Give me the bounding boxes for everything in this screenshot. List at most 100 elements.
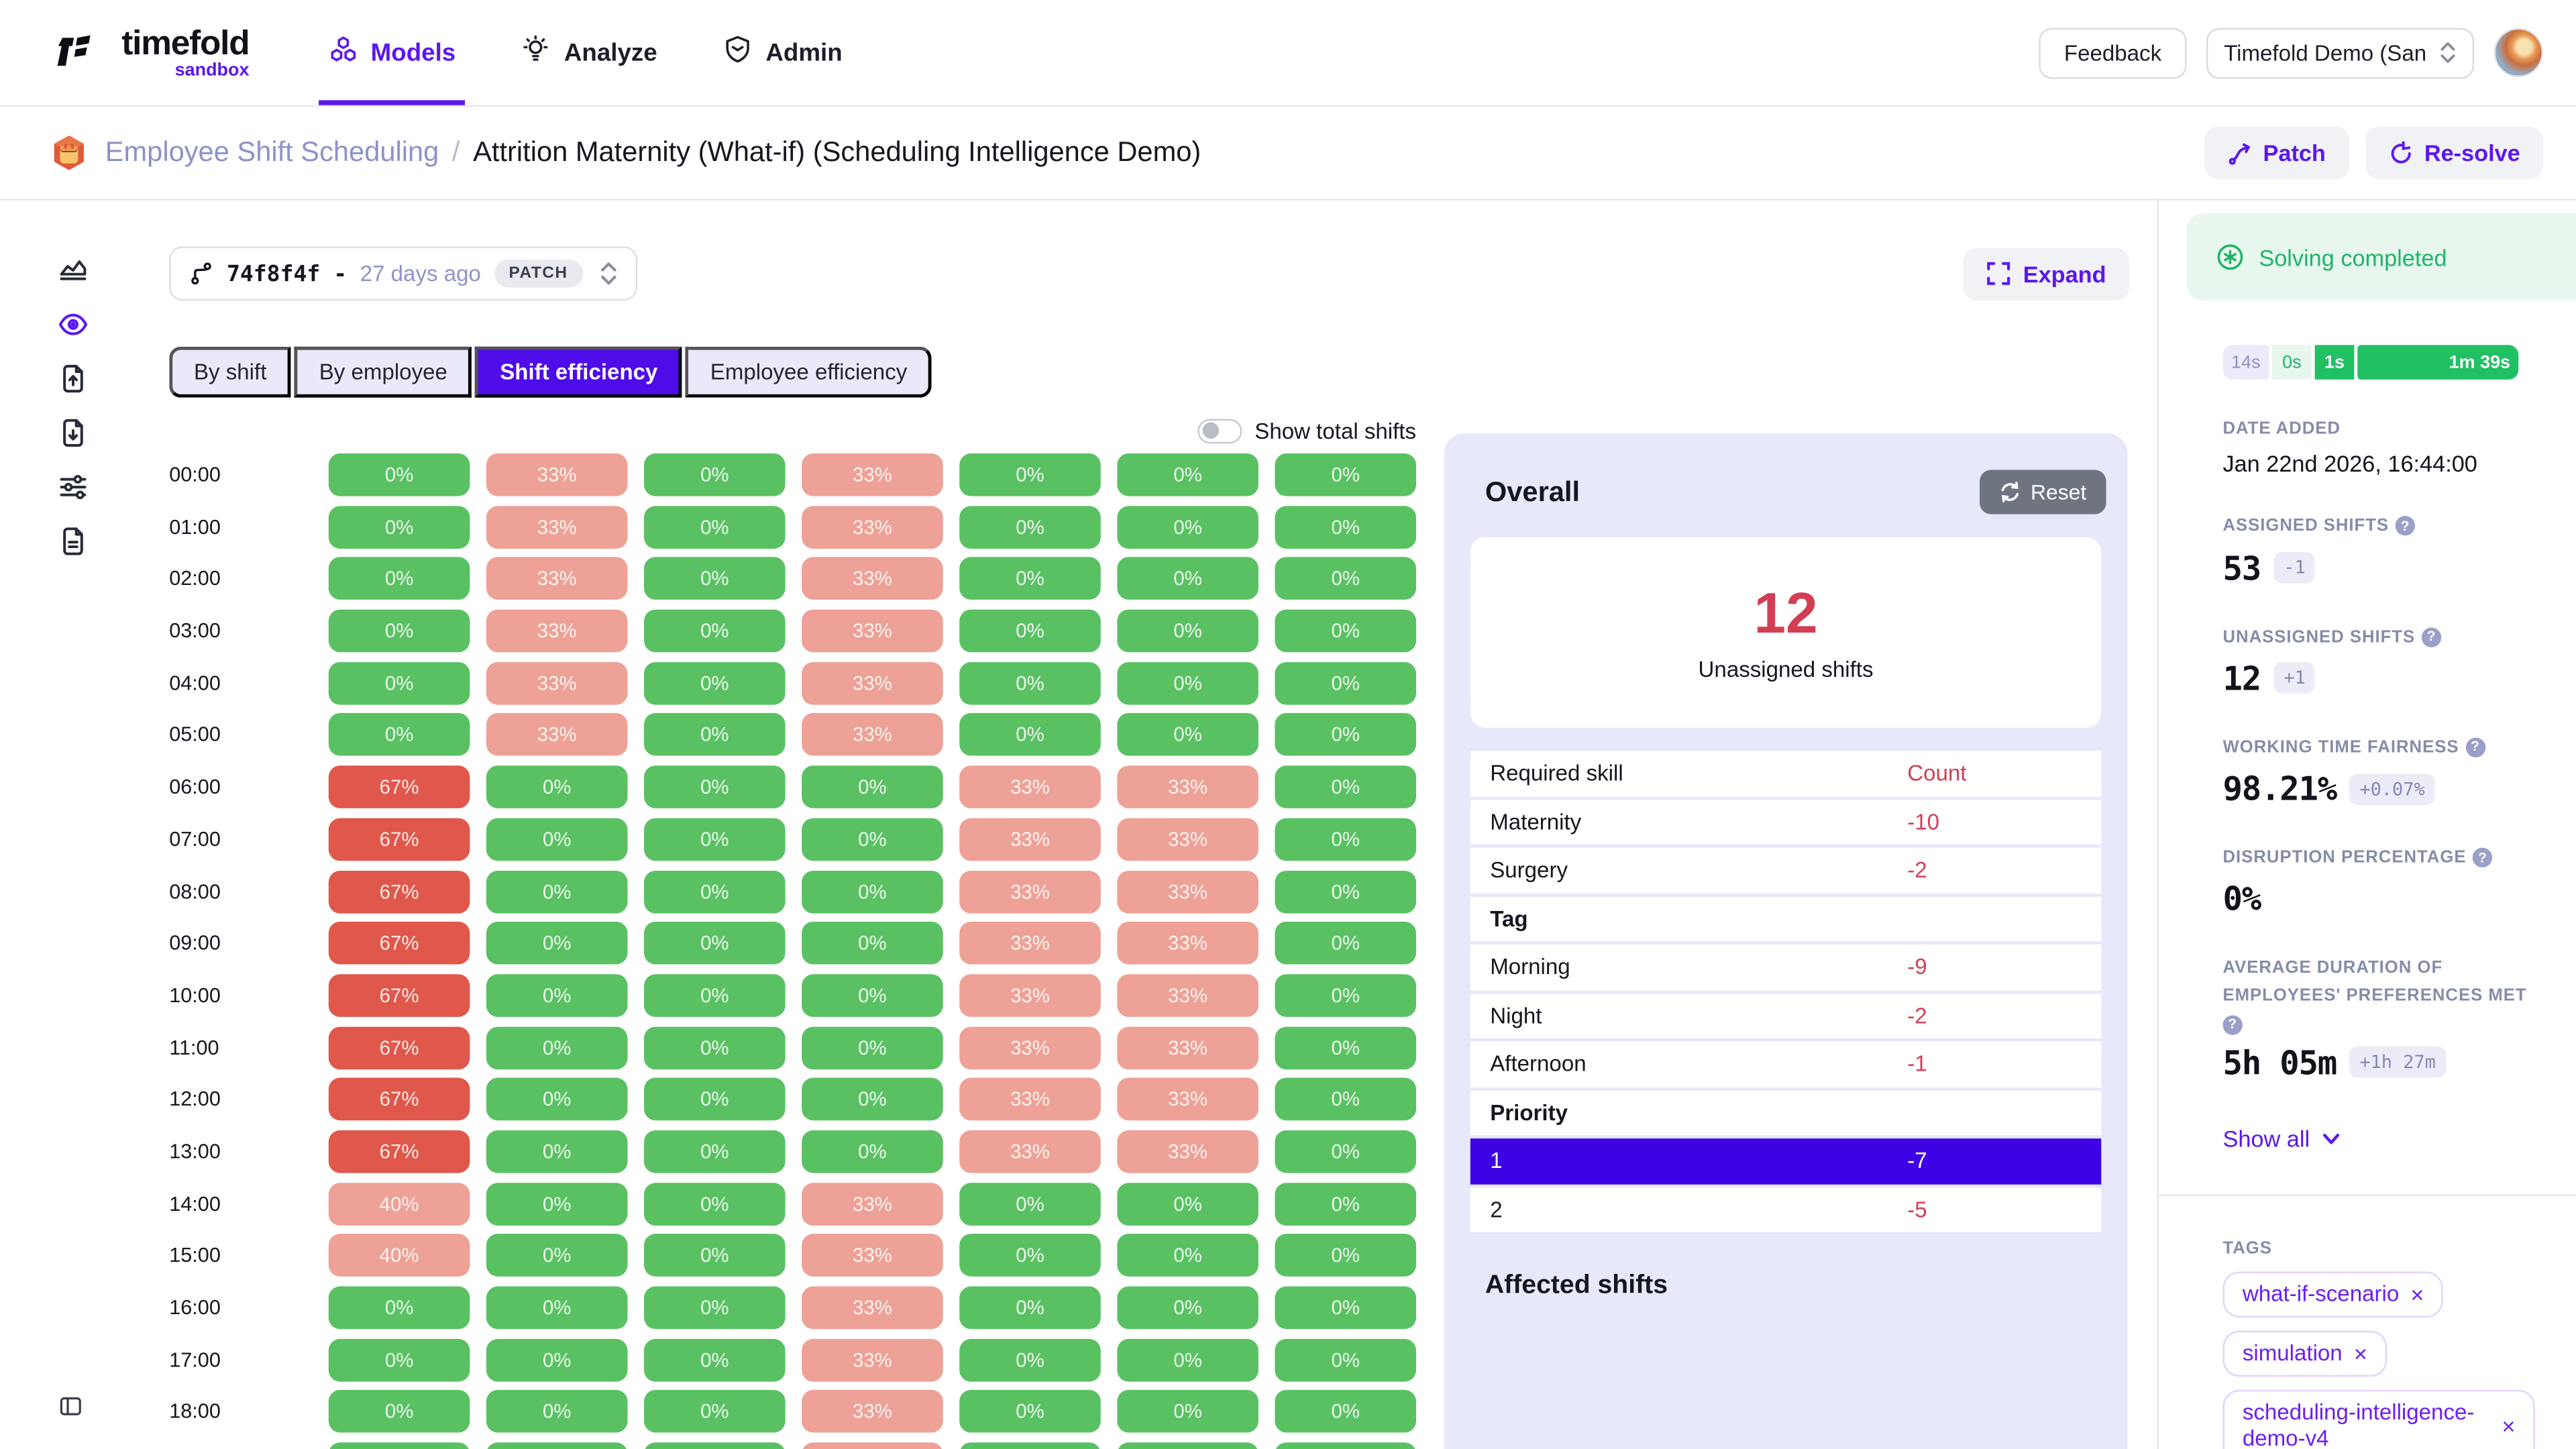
efficiency-cell[interactable]: 33%	[959, 1026, 1101, 1069]
efficiency-cell[interactable]: 33%	[1117, 870, 1258, 913]
efficiency-cell[interactable]: 0%	[1275, 766, 1416, 809]
efficiency-cell[interactable]: 33%	[959, 870, 1101, 913]
breakdown-row-night[interactable]: Night-2	[1470, 993, 2101, 1041]
efficiency-cell[interactable]: 0%	[1275, 557, 1416, 600]
efficiency-cell[interactable]: 0%	[644, 1234, 786, 1277]
efficiency-cell[interactable]: 0%	[644, 1287, 786, 1330]
nav-item-analyze[interactable]: Analyze	[521, 0, 657, 105]
efficiency-cell[interactable]: 40%	[329, 1182, 470, 1225]
efficiency-cell[interactable]: 0%	[486, 1130, 628, 1173]
efficiency-cell[interactable]: 67%	[329, 1026, 470, 1069]
efficiency-cell[interactable]: 0%	[1275, 1078, 1416, 1121]
efficiency-cell[interactable]: 33%	[959, 766, 1101, 809]
remove-tag-icon[interactable]: ×	[2354, 1341, 2367, 1367]
efficiency-cell[interactable]: 0%	[486, 1391, 628, 1434]
show-all-link[interactable]: Show all	[2222, 1125, 2576, 1151]
efficiency-cell[interactable]: 67%	[329, 818, 470, 861]
expand-button[interactable]: Expand	[1964, 248, 2129, 300]
efficiency-cell[interactable]: 33%	[802, 1287, 943, 1330]
efficiency-cell[interactable]: 33%	[1117, 974, 1258, 1017]
efficiency-cell[interactable]: 0%	[644, 1026, 786, 1069]
efficiency-cell[interactable]: 33%	[959, 1130, 1101, 1173]
efficiency-cell[interactable]: 0%	[1117, 1234, 1258, 1277]
efficiency-cell[interactable]: 0%	[644, 1442, 786, 1449]
rail-eye-icon[interactable]	[0, 301, 146, 355]
efficiency-cell[interactable]: 0%	[644, 610, 786, 653]
efficiency-cell[interactable]: 0%	[959, 1287, 1101, 1330]
efficiency-cell[interactable]: 33%	[486, 610, 628, 653]
efficiency-cell[interactable]: 0%	[329, 506, 470, 549]
efficiency-cell[interactable]: 0%	[1117, 506, 1258, 549]
efficiency-cell[interactable]: 0%	[959, 1442, 1101, 1449]
rail-file-down-icon[interactable]	[0, 409, 146, 464]
efficiency-cell[interactable]: 0%	[1117, 557, 1258, 600]
efficiency-cell[interactable]: 0%	[644, 870, 786, 913]
tab-by-employee[interactable]: By employee	[294, 347, 472, 398]
efficiency-cell[interactable]: 0%	[644, 1338, 786, 1381]
efficiency-cell[interactable]: 0%	[486, 1078, 628, 1121]
efficiency-cell[interactable]: 33%	[802, 610, 943, 653]
efficiency-cell[interactable]: 67%	[329, 1078, 470, 1121]
efficiency-cell[interactable]: 0%	[486, 870, 628, 913]
efficiency-cell[interactable]: 0%	[959, 661, 1101, 704]
efficiency-cell[interactable]: 0%	[959, 1338, 1101, 1381]
efficiency-cell[interactable]: 33%	[1117, 818, 1258, 861]
efficiency-cell[interactable]: 33%	[802, 714, 943, 757]
efficiency-cell[interactable]: 0%	[329, 1287, 470, 1330]
efficiency-cell[interactable]: 0%	[329, 453, 470, 496]
remove-tag-icon[interactable]: ×	[2502, 1413, 2515, 1440]
efficiency-cell[interactable]: 0%	[644, 1182, 786, 1225]
efficiency-cell[interactable]: 0%	[1117, 1182, 1258, 1225]
efficiency-cell[interactable]: 0%	[486, 1287, 628, 1330]
efficiency-cell[interactable]: 0%	[1275, 1287, 1416, 1330]
efficiency-cell[interactable]: 0%	[644, 557, 786, 600]
efficiency-cell[interactable]: 33%	[802, 661, 943, 704]
efficiency-cell[interactable]: 0%	[802, 974, 943, 1017]
efficiency-cell[interactable]: 0%	[959, 1391, 1101, 1434]
efficiency-cell[interactable]: 0%	[959, 557, 1101, 600]
efficiency-cell[interactable]: 33%	[1117, 766, 1258, 809]
tab-by-shift[interactable]: By shift	[169, 347, 291, 398]
efficiency-cell[interactable]: 0%	[329, 610, 470, 653]
collapse-panel-icon[interactable]	[59, 1395, 82, 1426]
efficiency-cell[interactable]: 0%	[959, 453, 1101, 496]
efficiency-cell[interactable]: 0%	[1275, 1182, 1416, 1225]
breakdown-row-1[interactable]: 1-7	[1470, 1138, 2101, 1187]
efficiency-cell[interactable]: 0%	[1117, 1391, 1258, 1434]
help-icon[interactable]: ?	[2396, 517, 2415, 536]
efficiency-cell[interactable]: 0%	[1117, 661, 1258, 704]
efficiency-cell[interactable]: 33%	[959, 1078, 1101, 1121]
efficiency-cell[interactable]: 0%	[486, 818, 628, 861]
breakdown-row-surgery[interactable]: Surgery-2	[1470, 848, 2101, 896]
efficiency-cell[interactable]: 0%	[1117, 1338, 1258, 1381]
efficiency-cell[interactable]: 0%	[959, 714, 1101, 757]
efficiency-cell[interactable]: 33%	[802, 1338, 943, 1381]
efficiency-cell[interactable]: 33%	[486, 557, 628, 600]
efficiency-cell[interactable]: 0%	[486, 1234, 628, 1277]
efficiency-cell[interactable]: 0%	[1275, 1338, 1416, 1381]
efficiency-cell[interactable]: 0%	[1275, 610, 1416, 653]
efficiency-cell[interactable]: 0%	[1275, 870, 1416, 913]
efficiency-cell[interactable]: 0%	[486, 974, 628, 1017]
rail-file-up-icon[interactable]	[0, 355, 146, 409]
efficiency-cell[interactable]: 33%	[802, 506, 943, 549]
efficiency-cell[interactable]: 33%	[1117, 1026, 1258, 1069]
patch-button[interactable]: Patch	[2204, 127, 2349, 179]
efficiency-cell[interactable]: 0%	[329, 1338, 470, 1381]
efficiency-cell[interactable]: 0%	[1275, 922, 1416, 965]
tab-shift-efficiency[interactable]: Shift efficiency	[476, 347, 683, 398]
breakdown-row-afternoon[interactable]: Afternoon-1	[1470, 1042, 2101, 1090]
efficiency-cell[interactable]: 0%	[802, 922, 943, 965]
resolve-button[interactable]: Re-solve	[2365, 127, 2543, 179]
help-icon[interactable]: ?	[2222, 1015, 2242, 1034]
tag-chip-what-if-scenario[interactable]: what-if-scenario×	[2222, 1271, 2443, 1318]
efficiency-cell[interactable]: 0%	[802, 1130, 943, 1173]
efficiency-cell[interactable]: 0%	[486, 766, 628, 809]
efficiency-cell[interactable]: 33%	[959, 922, 1101, 965]
rail-sliders-icon[interactable]	[0, 464, 146, 518]
efficiency-cell[interactable]: 0%	[959, 506, 1101, 549]
breakdown-row-2[interactable]: 2-5	[1470, 1187, 2101, 1235]
efficiency-cell[interactable]: 33%	[486, 453, 628, 496]
efficiency-cell[interactable]: 0%	[486, 1182, 628, 1225]
efficiency-cell[interactable]: 0%	[486, 922, 628, 965]
